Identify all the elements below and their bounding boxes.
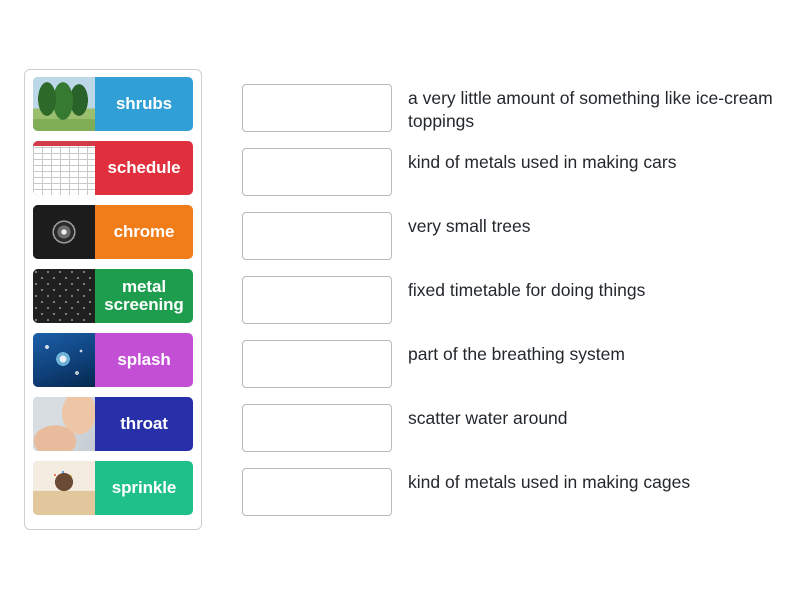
answer-row: scatter water around bbox=[242, 404, 800, 468]
definition-text: kind of metals used in making cars bbox=[408, 152, 677, 172]
definition-text: kind of metals used in making cages bbox=[408, 472, 691, 492]
tile-label: throat bbox=[120, 414, 168, 434]
drop-zone[interactable] bbox=[242, 404, 392, 452]
schedule-image-icon bbox=[33, 141, 95, 195]
draggable-tile-metal-screening[interactable]: metal screening bbox=[33, 269, 193, 323]
draggable-tile-throat[interactable]: throat bbox=[33, 397, 193, 451]
answer-row: part of the breathing system bbox=[242, 340, 800, 404]
definition-text: very small trees bbox=[408, 216, 531, 236]
draggable-tile-schedule[interactable]: schedule bbox=[33, 141, 193, 195]
drop-zone[interactable] bbox=[242, 148, 392, 196]
tile-label: schedule bbox=[107, 158, 181, 178]
answer-row: a very little amount of something like i… bbox=[242, 84, 800, 148]
definition-text: part of the breathing system bbox=[408, 344, 625, 364]
answer-row: very small trees bbox=[242, 212, 800, 276]
draggable-tile-chrome[interactable]: chrome bbox=[33, 205, 193, 259]
drop-zone[interactable] bbox=[242, 212, 392, 260]
drop-zone[interactable] bbox=[242, 276, 392, 324]
answer-row: fixed timetable for doing things bbox=[242, 276, 800, 340]
drop-zone[interactable] bbox=[242, 468, 392, 516]
draggable-tile-sprinkle[interactable]: sprinkle bbox=[33, 461, 193, 515]
drop-zone[interactable] bbox=[242, 84, 392, 132]
drop-zone[interactable] bbox=[242, 340, 392, 388]
metal-image-icon bbox=[33, 269, 95, 323]
chrome-image-icon bbox=[33, 205, 95, 259]
shrubs-image-icon bbox=[33, 77, 95, 131]
sprinkle-image-icon bbox=[33, 461, 95, 515]
draggable-tile-shrubs[interactable]: shrubs bbox=[33, 77, 193, 131]
definition-text: scatter water around bbox=[408, 408, 568, 428]
tile-label: sprinkle bbox=[111, 478, 177, 498]
tile-label: chrome bbox=[113, 222, 175, 242]
answer-row: kind of metals used in making cars bbox=[242, 148, 800, 212]
tile-label: splash bbox=[117, 350, 171, 370]
splash-image-icon bbox=[33, 333, 95, 387]
answer-row: kind of metals used in making cages bbox=[242, 468, 800, 532]
answers-list: a very little amount of something like i… bbox=[242, 84, 800, 532]
tile-label: shrubs bbox=[115, 94, 173, 114]
throat-image-icon bbox=[33, 397, 95, 451]
match-up-activity: shrubs schedule chrome metal screening s… bbox=[0, 0, 800, 600]
draggable-tile-splash[interactable]: splash bbox=[33, 333, 193, 387]
tile-label: metal screening bbox=[104, 277, 184, 314]
definition-text: a very little amount of something like i… bbox=[408, 88, 773, 132]
definition-text: fixed timetable for doing things bbox=[408, 280, 646, 300]
draggable-tiles-panel: shrubs schedule chrome metal screening s… bbox=[24, 69, 202, 530]
